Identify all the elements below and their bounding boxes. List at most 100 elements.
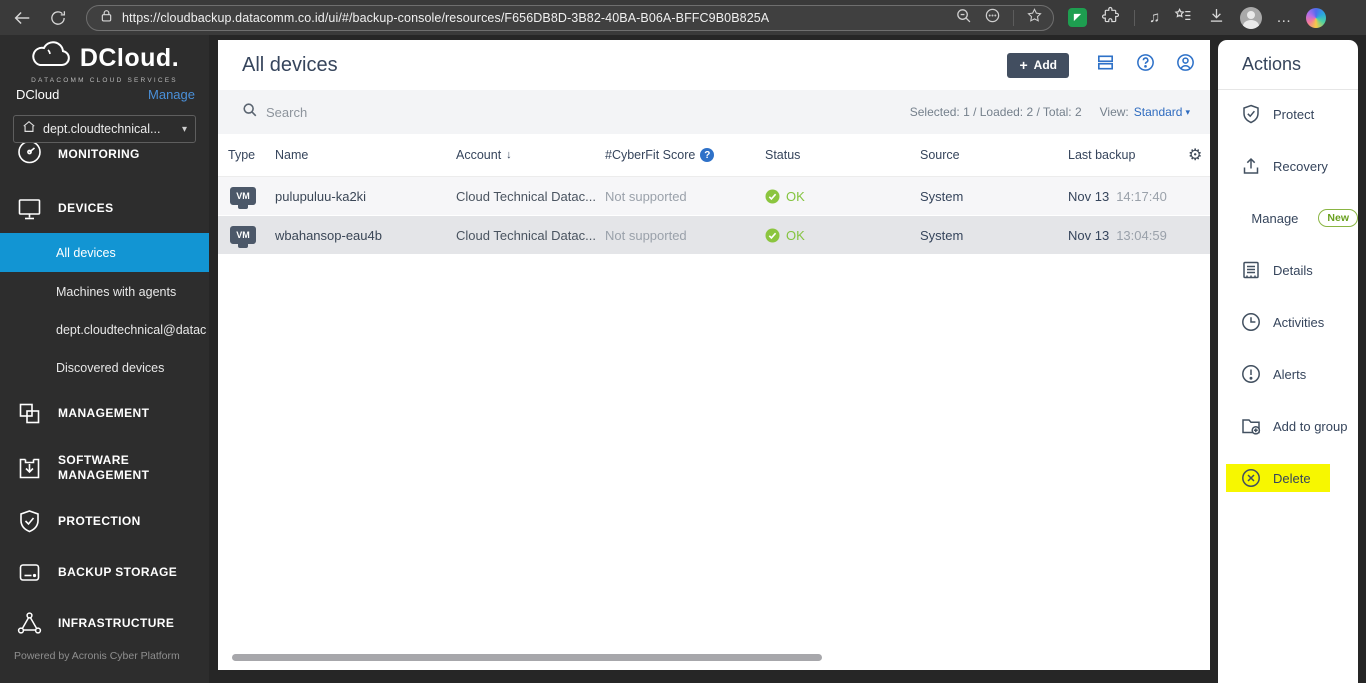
bookmark-star-icon[interactable] bbox=[1026, 7, 1043, 29]
cell-name[interactable]: wbahansop-eau4b bbox=[275, 228, 456, 243]
action-activities[interactable]: Activities bbox=[1218, 308, 1358, 336]
sidebar-item-discovered-devices[interactable]: Discovered devices bbox=[0, 355, 209, 381]
profile-avatar[interactable] bbox=[1240, 6, 1263, 29]
cell-source: System bbox=[920, 227, 964, 243]
more-options-circle-icon[interactable] bbox=[984, 7, 1001, 29]
table-row[interactable]: VM pulupuluu-ka2ki Cloud Technical Datac… bbox=[218, 177, 1210, 215]
page-header: All devices + Add bbox=[218, 40, 1210, 90]
cell-cyberfit: Not supported bbox=[605, 227, 687, 243]
col-cyberfit[interactable]: #CyberFit Score ? bbox=[605, 148, 765, 162]
actions-panel-title: Actions bbox=[1218, 40, 1358, 90]
sidebar-item-label: INFRASTRUCTURE bbox=[58, 615, 175, 630]
status-ok-icon bbox=[765, 189, 780, 203]
action-delete[interactable]: Delete bbox=[1226, 464, 1330, 492]
lock-icon bbox=[99, 8, 114, 28]
column-settings-gear-icon[interactable]: ⚙ bbox=[1188, 145, 1210, 165]
help-icon[interactable] bbox=[1135, 52, 1156, 78]
downloads-icon[interactable] bbox=[1207, 6, 1226, 30]
selection-summary: Selected: 1 / Loaded: 2 / Total: 2 bbox=[909, 105, 1082, 119]
brand-name: DCloud. bbox=[79, 44, 180, 72]
horizontal-scrollbar[interactable] bbox=[232, 654, 822, 661]
monitor-icon bbox=[16, 195, 43, 222]
search-input[interactable] bbox=[266, 104, 566, 120]
url-text[interactable]: https://cloudbackup.datacomm.co.id/ui/#/… bbox=[122, 11, 955, 25]
table-header-row: Type Name Account ↓ #CyberFit Score ? St… bbox=[218, 134, 1210, 177]
sidebar: DCloud. DATACOMM CLOUD SERVICES DCloud M… bbox=[0, 35, 209, 683]
col-type[interactable]: Type bbox=[228, 148, 275, 162]
zoom-out-icon[interactable] bbox=[955, 7, 972, 29]
col-last-backup[interactable]: Last backup bbox=[1068, 148, 1188, 162]
sidebar-item-label: BACKUP STORAGE bbox=[58, 564, 178, 579]
col-name[interactable]: Name bbox=[275, 148, 456, 162]
actions-panel: Actions Protect Recovery Manage New Deta… bbox=[1218, 40, 1358, 683]
action-protect[interactable]: Protect bbox=[1218, 100, 1358, 128]
sidebar-item-devices[interactable]: DEVICES bbox=[0, 190, 209, 226]
sidebar-item-label: Machines with agents bbox=[56, 285, 177, 299]
infrastructure-nodes-icon bbox=[16, 610, 43, 637]
x-circle-icon bbox=[1242, 469, 1260, 487]
sidebar-item-label: Discovered devices bbox=[56, 361, 165, 375]
sidebar-item-machines-with-agents[interactable]: Machines with agents bbox=[0, 279, 209, 305]
tenant-value: dept.cloudtechnical... bbox=[43, 122, 161, 136]
clock-icon bbox=[1242, 313, 1260, 331]
new-badge: New bbox=[1318, 209, 1358, 227]
extension-green-icon[interactable] bbox=[1068, 8, 1087, 27]
cell-status: OK bbox=[765, 189, 920, 204]
plus-icon: + bbox=[1019, 57, 1028, 73]
status-ok-icon bbox=[765, 228, 780, 242]
vm-type-icon: VM bbox=[230, 187, 256, 209]
url-bar[interactable]: https://cloudbackup.datacomm.co.id/ui/#/… bbox=[86, 4, 1054, 31]
vm-type-icon: VM bbox=[230, 226, 256, 248]
chevron-down-icon[interactable]: ▾ bbox=[1185, 107, 1190, 118]
sidebar-item-protection[interactable]: PROTECTION bbox=[0, 503, 209, 539]
sidebar-item-label: PROTECTION bbox=[58, 513, 141, 528]
action-alerts[interactable]: Alerts bbox=[1218, 360, 1358, 388]
cell-account: Cloud Technical Datac... bbox=[456, 227, 596, 243]
col-status[interactable]: Status bbox=[765, 148, 920, 162]
cell-last-backup: Nov 13 13:04:59 bbox=[1068, 227, 1167, 243]
action-manage[interactable]: Manage New bbox=[1218, 204, 1358, 232]
action-details[interactable]: Details bbox=[1218, 256, 1358, 284]
support-user-icon[interactable] bbox=[1175, 52, 1196, 78]
table-toolbar: Selected: 1 / Loaded: 2 / Total: 2 View:… bbox=[218, 90, 1210, 134]
extension-puzzle-icon[interactable] bbox=[1101, 6, 1120, 30]
manage-link[interactable]: Manage bbox=[148, 87, 195, 102]
sidebar-item-dept-cloudtechnical[interactable]: dept.cloudtechnical@datac bbox=[0, 317, 209, 343]
cyberfit-help-icon[interactable]: ? bbox=[700, 148, 715, 162]
monitoring-gauge-icon bbox=[16, 140, 43, 168]
tenant-selector[interactable]: dept.cloudtechnical... ▾ bbox=[13, 115, 196, 143]
table-row-selected[interactable]: VM wbahansop-eau4b Cloud Technical Datac… bbox=[218, 216, 1210, 254]
layers-icon bbox=[16, 400, 43, 427]
sort-desc-icon: ↓ bbox=[506, 149, 512, 161]
sidebar-item-infrastructure[interactable]: INFRASTRUCTURE bbox=[0, 605, 209, 641]
divider bbox=[1013, 9, 1014, 26]
action-add-to-group[interactable]: Add to group bbox=[1218, 412, 1358, 440]
cell-name[interactable]: pulupuluu-ka2ki bbox=[275, 189, 456, 204]
settings-ellipsis-icon[interactable]: … bbox=[1276, 9, 1292, 26]
app-area: DCloud. DATACOMM CLOUD SERVICES DCloud M… bbox=[0, 35, 1366, 683]
details-icon bbox=[1243, 261, 1259, 279]
sidebar-item-backup-storage[interactable]: BACKUP STORAGE bbox=[0, 554, 209, 590]
col-source[interactable]: Source bbox=[920, 148, 1068, 162]
divider bbox=[1134, 9, 1135, 26]
refresh-icon[interactable] bbox=[44, 4, 72, 32]
storage-drive-icon bbox=[16, 559, 43, 586]
sidebar-item-all-devices[interactable]: All devices bbox=[0, 233, 209, 272]
sidebar-item-software-management[interactable]: SOFTWARE MANAGEMENT bbox=[0, 445, 209, 491]
sidebar-item-label: dept.cloudtechnical@datac bbox=[56, 323, 207, 337]
col-account[interactable]: Account ↓ bbox=[456, 148, 605, 162]
sidebar-item-management[interactable]: MANAGEMENT bbox=[0, 395, 209, 431]
collections-icon[interactable] bbox=[1174, 6, 1193, 30]
cell-source: System bbox=[920, 188, 964, 204]
panels-layout-icon[interactable] bbox=[1095, 52, 1116, 78]
sidebar-item-label: DEVICES bbox=[58, 200, 114, 215]
cell-account: Cloud Technical Datac... bbox=[456, 188, 596, 204]
folder-plus-icon bbox=[1242, 419, 1261, 435]
back-icon[interactable] bbox=[8, 4, 36, 32]
main-content: All devices + Add Search Selected: 1 / L… bbox=[218, 40, 1210, 670]
media-controls-icon[interactable]: ♫ bbox=[1149, 10, 1160, 25]
add-button[interactable]: + Add bbox=[1007, 52, 1069, 78]
action-recovery[interactable]: Recovery bbox=[1218, 152, 1358, 180]
view-selector[interactable]: Standard bbox=[1134, 105, 1183, 119]
copilot-icon[interactable] bbox=[1306, 7, 1327, 28]
